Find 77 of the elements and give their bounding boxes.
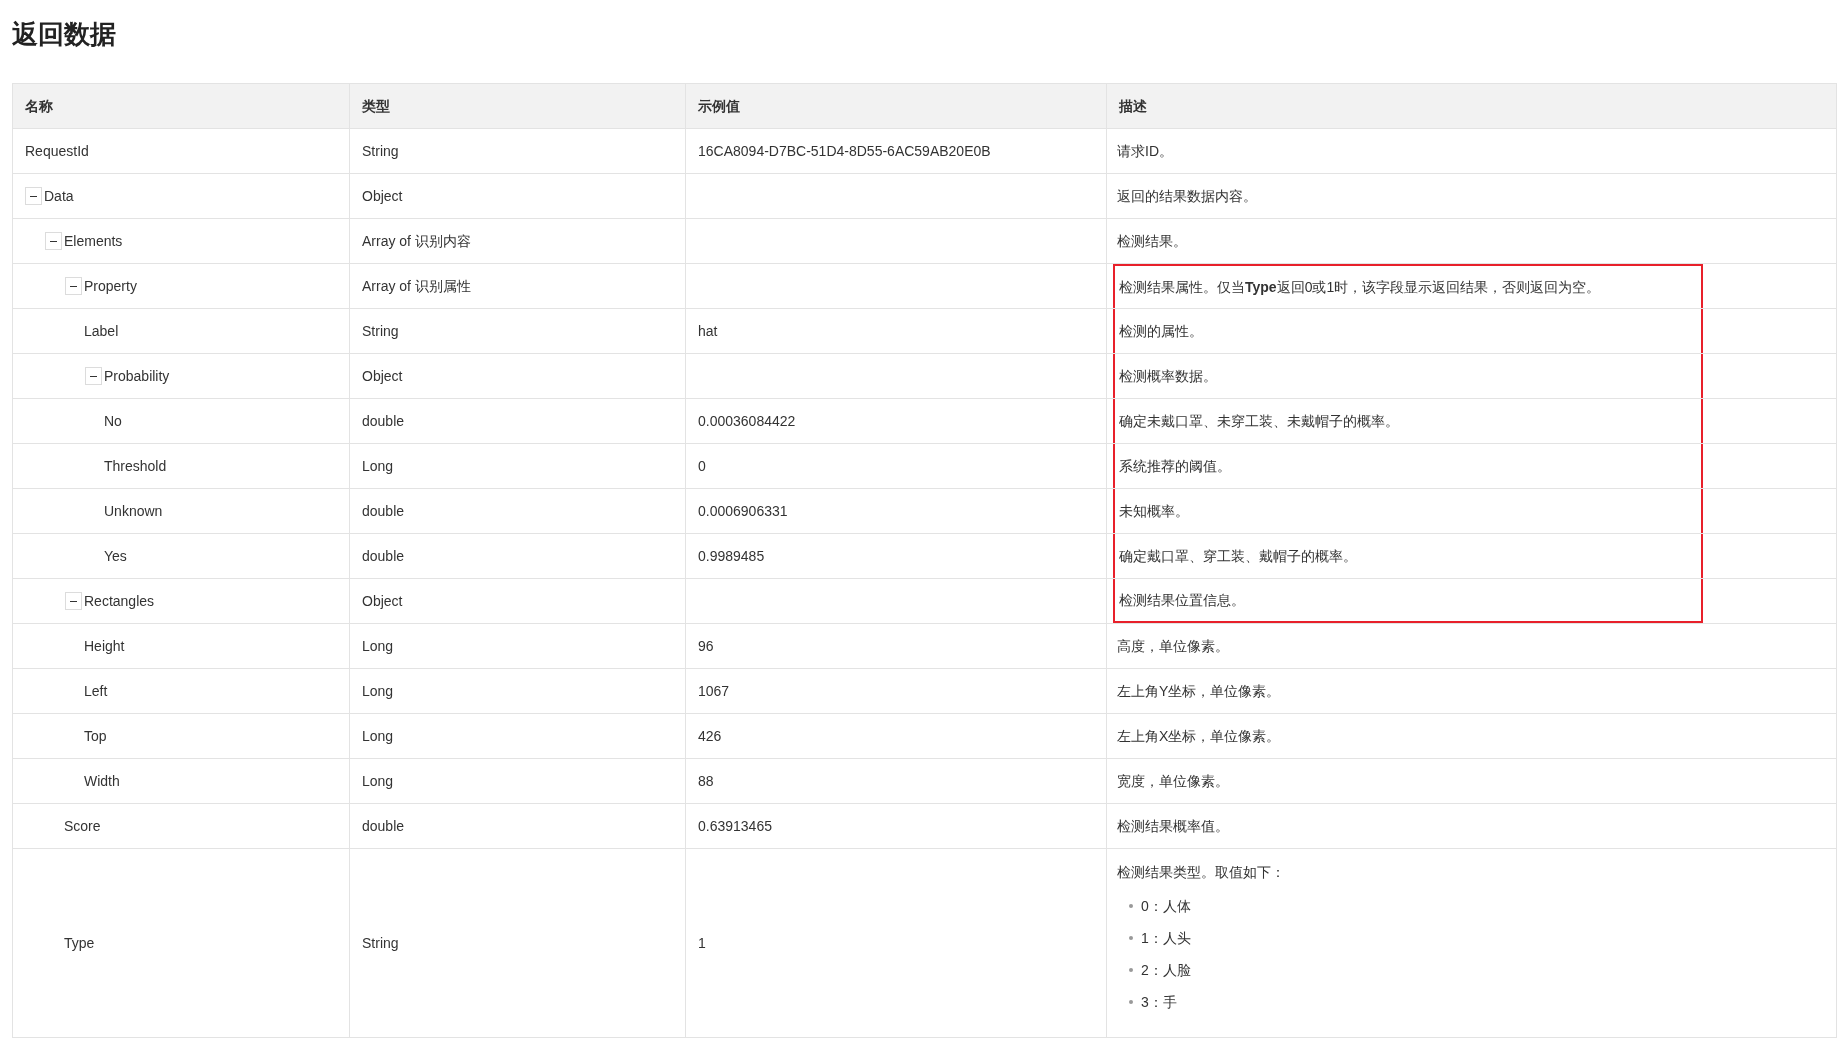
field-name: RequestId xyxy=(25,141,89,161)
field-description: 检测结果属性。仅当Type返回0或1时，该字段显示返回结果，否则返回为空。 xyxy=(1119,278,1601,297)
field-type: double xyxy=(362,816,405,836)
field-description: 检测结果类型。取值如下： xyxy=(1117,863,1285,882)
field-type: Long xyxy=(362,636,394,656)
field-name: Data xyxy=(44,186,74,206)
field-name: Probability xyxy=(104,366,170,386)
field-name: Height xyxy=(84,636,125,656)
field-type: String xyxy=(362,141,399,161)
field-name: Width xyxy=(84,771,120,791)
example-value: 0.9989485 xyxy=(698,546,765,566)
field-description: 检测概率数据。 xyxy=(1119,367,1217,386)
field-type: double xyxy=(362,411,405,431)
list-item: 3：手 xyxy=(1141,992,1177,1012)
list-item: 0：人体 xyxy=(1141,896,1191,916)
column-header: 类型 xyxy=(350,84,686,129)
field-name: Threshold xyxy=(104,456,167,476)
field-description: 请求ID。 xyxy=(1117,142,1173,161)
field-description: 确定未戴口罩、未穿工装、未戴帽子的概率。 xyxy=(1119,412,1399,431)
field-description: 系统推荐的阈值。 xyxy=(1119,457,1231,476)
field-type: Long xyxy=(362,456,394,476)
field-description: 未知概率。 xyxy=(1119,502,1189,521)
field-type: double xyxy=(362,501,405,521)
column-header: 示例值 xyxy=(686,84,1107,129)
example-value: 426 xyxy=(698,726,722,746)
field-name: Top xyxy=(84,726,107,746)
field-type: Long xyxy=(362,726,394,746)
field-description: 检测结果。 xyxy=(1117,232,1187,251)
example-value: 0.63913465 xyxy=(698,816,772,836)
collapse-toggle[interactable] xyxy=(45,232,62,250)
field-type: Long xyxy=(362,771,394,791)
field-name: Elements xyxy=(64,231,123,251)
example-value: 0.0006906331 xyxy=(698,501,788,521)
field-name: Unknown xyxy=(104,501,163,521)
field-name: Property xyxy=(84,276,137,296)
field-description: 左上角X坐标，单位像素。 xyxy=(1117,727,1281,746)
field-description: 确定戴口罩、穿工装、戴帽子的概率。 xyxy=(1119,547,1357,566)
collapse-toggle[interactable] xyxy=(65,592,82,610)
page-title: 返回数据 xyxy=(11,18,117,51)
field-description: 高度，单位像素。 xyxy=(1117,637,1229,656)
field-name: Rectangles xyxy=(84,591,155,611)
list-item: 2：人脸 xyxy=(1141,960,1191,980)
field-description: 检测的属性。 xyxy=(1119,322,1203,341)
list-item: 1：人头 xyxy=(1141,928,1191,948)
collapse-toggle[interactable] xyxy=(25,187,42,205)
field-type: Array of 识别内容 xyxy=(362,231,471,251)
field-type: Object xyxy=(362,591,403,611)
field-description: 检测结果概率值。 xyxy=(1117,817,1229,836)
field-name: No xyxy=(104,411,122,431)
collapse-toggle[interactable] xyxy=(65,277,82,295)
example-value: hat xyxy=(698,321,718,341)
column-header: 描述 xyxy=(1107,84,1837,129)
field-type: Object xyxy=(362,366,403,386)
field-type: Long xyxy=(362,681,394,701)
field-description: 宽度，单位像素。 xyxy=(1117,772,1229,791)
field-name: Label xyxy=(84,321,119,341)
field-type: double xyxy=(362,546,405,566)
field-type: String xyxy=(362,321,399,341)
collapse-toggle[interactable] xyxy=(85,367,102,385)
example-value: 1 xyxy=(698,933,706,953)
example-value: 16CA8094-D7BC-51D4-8D55-6AC59AB20E0B xyxy=(698,141,991,161)
example-value: 1067 xyxy=(698,681,730,701)
column-header: 名称 xyxy=(13,84,350,129)
field-type: Array of 识别属性 xyxy=(362,276,471,296)
example-value: 96 xyxy=(698,636,714,656)
field-description: 左上角Y坐标，单位像素。 xyxy=(1117,682,1281,701)
field-type: Object xyxy=(362,186,403,206)
field-name: Type xyxy=(64,933,95,953)
example-value: 0.00036084422 xyxy=(698,411,796,431)
example-value: 0 xyxy=(698,456,706,476)
field-name: Yes xyxy=(104,546,127,566)
field-description: 检测结果位置信息。 xyxy=(1119,591,1245,610)
field-type: String xyxy=(362,933,399,953)
field-name: Score xyxy=(64,816,101,836)
field-name: Left xyxy=(84,681,108,701)
example-value: 88 xyxy=(698,771,714,791)
field-description: 返回的结果数据内容。 xyxy=(1117,187,1257,206)
